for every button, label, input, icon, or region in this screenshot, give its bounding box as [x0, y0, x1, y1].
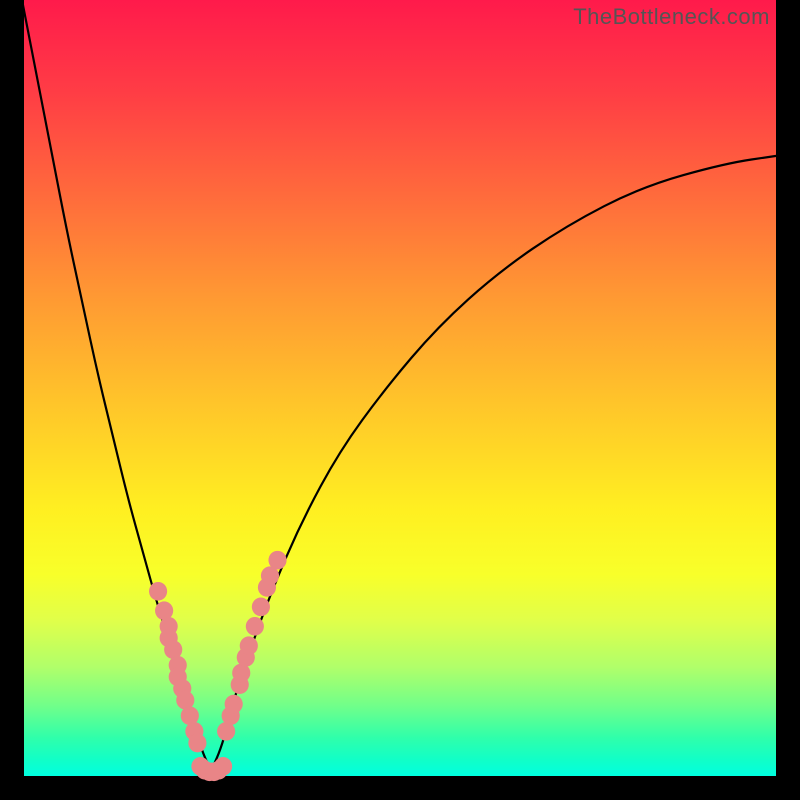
marker-dot: [214, 757, 232, 776]
chart-svg: [22, 0, 778, 778]
left-curve: [22, 0, 211, 770]
marker-dot: [246, 617, 264, 636]
marker-dot: [268, 551, 286, 570]
right-curve: [211, 156, 778, 771]
chart-stage: TheBottleneck.com: [0, 0, 800, 800]
marker-dot: [252, 598, 270, 617]
marker-dot: [188, 734, 206, 753]
marker-dots: [149, 551, 287, 781]
marker-dot: [149, 582, 167, 601]
marker-dot: [225, 695, 243, 714]
marker-dot: [240, 636, 258, 655]
